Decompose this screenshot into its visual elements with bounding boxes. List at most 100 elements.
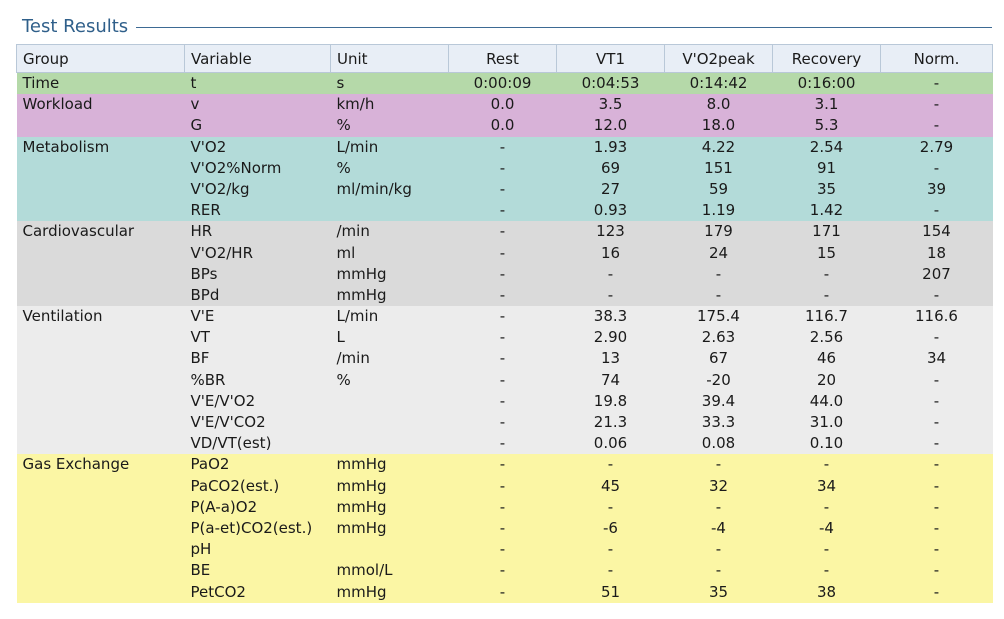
unit-cell: ml/min/kg (330, 178, 449, 201)
unit-cell (330, 433, 449, 455)
vt1-cell: 0:04:53 (556, 72, 665, 95)
table-row: Metabolism V'O2 L/min -1.93 4.22 2.54 2.79 (16, 136, 993, 158)
vt1-cell: 123 (556, 221, 665, 243)
group-cell (16, 178, 185, 201)
vo2peak-cell: 0:14:42 (664, 72, 773, 95)
table-row: BPs mmHg - - - -207 (16, 263, 993, 285)
unit-cell: mmHg (330, 517, 449, 540)
norm-cell: 18 (880, 242, 993, 264)
table-row: V'E/V'CO2-21.3 33.3 31.0- (16, 412, 993, 434)
vo2peak-cell: 35 (664, 581, 773, 603)
table-row: VT L -2.90 2.63 2.56- (16, 327, 993, 349)
recovery-cell: 44.0 (772, 390, 881, 412)
rest-cell: - (448, 221, 557, 243)
norm-cell: - (880, 327, 993, 349)
recovery-cell: 15 (772, 242, 881, 264)
norm-cell: - (880, 433, 993, 455)
table-row: V'O2/kg ml/min/kg -27 59 35 39 (16, 178, 993, 201)
unit-cell: s (330, 72, 449, 95)
unit-cell: mmHg (330, 263, 449, 285)
table-row: VD/VT(est) -0.06 0.08 0.10- (16, 433, 993, 455)
group-cell: Ventilation (16, 306, 185, 328)
rest-cell: - (448, 157, 557, 179)
unit-cell (330, 200, 449, 222)
table-body: Time t s 0:00:09 0:04:53 0:14:42 0:16:00- Workl… (16, 72, 993, 603)
variable-cell: V'E/V'CO2 (184, 412, 331, 434)
col-header-recovery[interactable]: Recovery (772, 44, 881, 73)
rest-cell: - (448, 136, 557, 158)
vt1-cell: 21.3 (556, 412, 665, 434)
unit-cell: % (330, 115, 449, 137)
recovery-cell: 5.3 (772, 115, 881, 137)
group-cell (16, 539, 185, 561)
recovery-cell: -4 (772, 517, 881, 540)
norm-cell: - (880, 517, 993, 540)
recovery-cell: 38 (772, 581, 881, 603)
group-cell: Cardiovascular (16, 221, 185, 243)
unit-cell: mmHg (330, 581, 449, 603)
group-cell (16, 412, 185, 434)
table-row: Workload v km/h 0.0 3.5 8.0 3.1- (16, 94, 993, 116)
unit-cell: L (330, 327, 449, 349)
section-header: Test Results (22, 12, 992, 40)
variable-cell: HR (184, 221, 331, 243)
recovery-cell: 2.54 (772, 136, 881, 158)
unit-cell: /min (330, 221, 449, 243)
recovery-cell: 3.1 (772, 94, 881, 116)
unit-cell: /min (330, 348, 449, 370)
table-row: Ventilation V'E L/min -38.3 175.4 116.7 116.6 (16, 306, 993, 328)
vt1-cell: 69 (556, 157, 665, 179)
test-results-page: Test Results Group Variable Unit Rest VT… (0, 0, 1004, 619)
table-row: pH - - - - - (16, 539, 993, 561)
col-header-variable[interactable]: Variable (184, 44, 331, 73)
norm-cell: - (880, 412, 993, 434)
unit-cell: mmHg (330, 454, 449, 476)
variable-cell: RER (184, 200, 331, 222)
vo2peak-cell: - (664, 284, 773, 307)
variable-cell: G (184, 115, 331, 137)
norm-cell: - (880, 496, 993, 518)
variable-cell: P(a-et)CO2(est.) (184, 517, 331, 540)
vt1-cell: 13 (556, 348, 665, 370)
col-header-vt1[interactable]: VT1 (556, 44, 665, 73)
group-cell: Metabolism (16, 136, 185, 158)
group-cell (16, 581, 185, 603)
vo2peak-cell: 4.22 (664, 136, 773, 158)
col-header-group[interactable]: Group (16, 44, 185, 73)
rest-cell: - (448, 306, 557, 328)
col-header-vo2peak[interactable]: V'O2peak (664, 44, 773, 73)
unit-cell (330, 539, 449, 561)
unit-cell: % (330, 369, 449, 391)
group-cell (16, 560, 185, 582)
unit-cell: % (330, 157, 449, 179)
col-header-unit[interactable]: Unit (330, 44, 449, 73)
table-row: BE mmol/L - - - - - (16, 560, 993, 582)
group-cell (16, 496, 185, 518)
recovery-cell: - (772, 263, 881, 285)
norm-cell: - (880, 200, 993, 222)
norm-cell: - (880, 475, 993, 497)
norm-cell: - (880, 390, 993, 412)
unit-cell (330, 412, 449, 434)
norm-cell: 154 (880, 221, 993, 243)
table-row: P(A-a)O2 mmHg - - - - - (16, 496, 993, 518)
recovery-cell: - (772, 454, 881, 476)
rest-cell: 0.0 (448, 94, 557, 116)
table-row: V'O2%Norm% -69 151 91- (16, 157, 993, 179)
vt1-cell: -6 (556, 517, 665, 540)
group-cell (16, 200, 185, 222)
norm-cell: 116.6 (880, 306, 993, 328)
col-header-rest[interactable]: Rest (448, 44, 557, 73)
vo2peak-cell: 0.08 (664, 433, 773, 455)
vo2peak-cell: -4 (664, 517, 773, 540)
norm-cell: - (880, 560, 993, 582)
rest-cell: - (448, 539, 557, 561)
rest-cell: - (448, 581, 557, 603)
vt1-cell: 74 (556, 369, 665, 391)
variable-cell: V'O2/kg (184, 178, 331, 201)
group-cell (16, 433, 185, 455)
recovery-cell: 91 (772, 157, 881, 179)
table-row: RER -0.93 1.19 1.42- (16, 200, 993, 222)
norm-cell: - (880, 94, 993, 116)
col-header-norm[interactable]: Norm. (880, 44, 993, 73)
